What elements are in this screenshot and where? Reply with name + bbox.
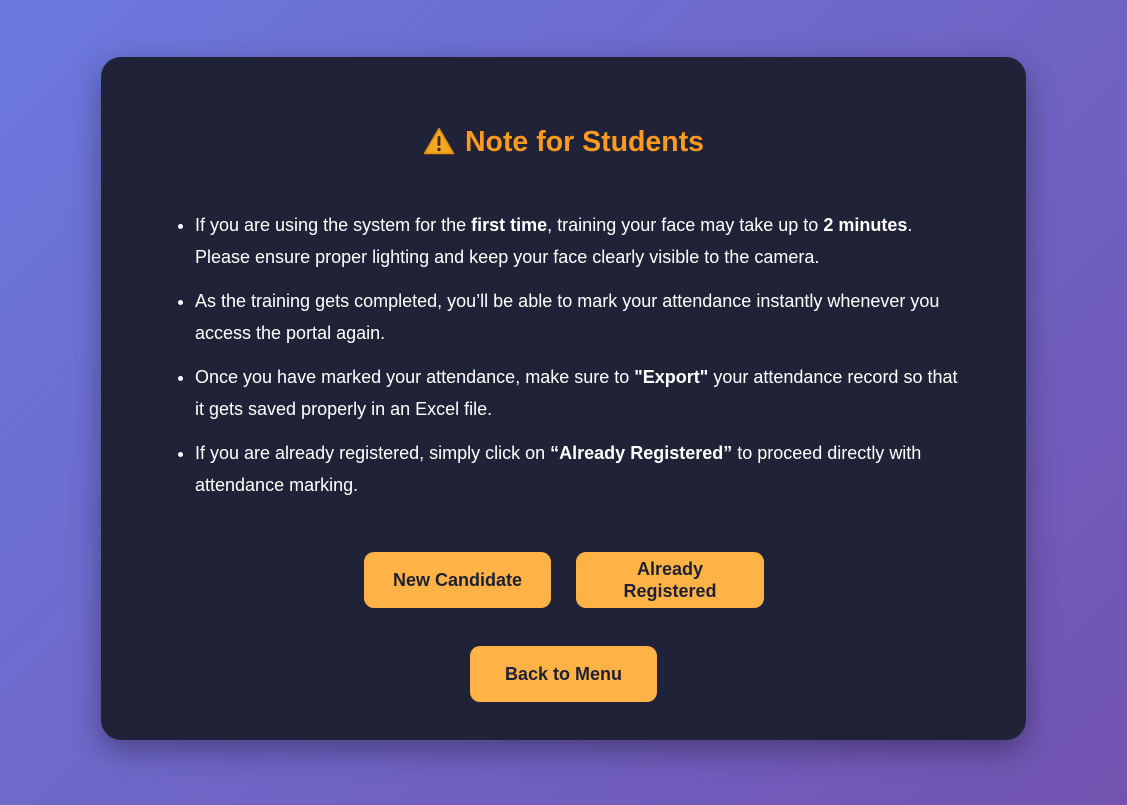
page-title: Note for Students: [101, 123, 1026, 165]
list-item: As the training gets completed, you’ll b…: [195, 285, 965, 349]
notes-list: If you are using the system for the firs…: [175, 209, 965, 513]
already-registered-button[interactable]: Already Registered: [576, 552, 764, 608]
already-registered-label: Already Registered: [623, 559, 717, 601]
list-item: Once you have marked your attendance, ma…: [195, 361, 965, 425]
list-item: If you are already registered, simply cl…: [195, 437, 965, 501]
back-to-menu-button[interactable]: Back to Menu: [470, 646, 657, 702]
title-text: Note for Students: [464, 126, 705, 158]
list-item: If you are using the system for the firs…: [195, 209, 965, 273]
warning-icon: [423, 127, 455, 165]
notice-card: Note for Students If you are using the s…: [101, 57, 1026, 740]
new-candidate-button[interactable]: New Candidate: [364, 552, 551, 608]
